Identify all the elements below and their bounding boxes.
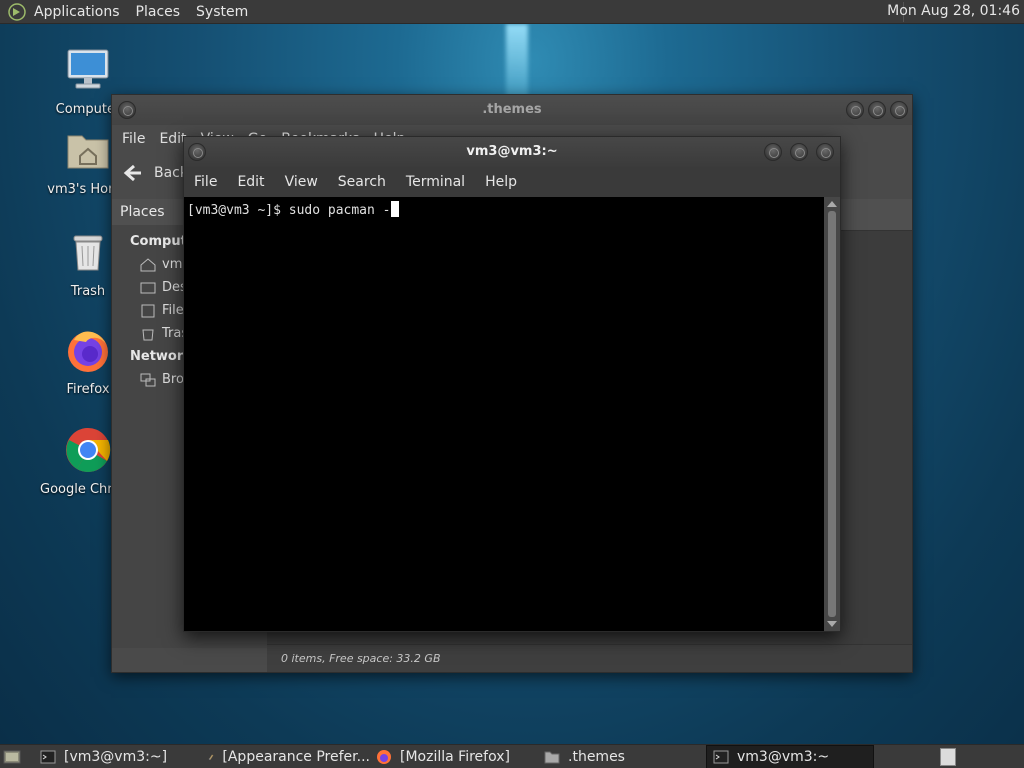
close-button[interactable] <box>890 101 908 119</box>
menu-terminal[interactable]: Terminal <box>406 174 465 190</box>
window-menu-button[interactable] <box>188 143 206 161</box>
system-menu[interactable]: System <box>196 4 248 20</box>
firefox-icon <box>68 331 108 372</box>
task-terminal-1[interactable]: [vm3@vm3:~] <box>34 745 200 768</box>
terminal-output[interactable]: [vm3@vm3 ~]$ sudo pacman - <box>184 197 826 631</box>
scroll-down-arrow-icon[interactable] <box>827 621 837 627</box>
menu-view[interactable]: View <box>285 174 318 190</box>
network-icon <box>140 373 156 386</box>
task-label: vm3@vm3:~ <box>737 749 830 765</box>
terminal-command-text: [vm3@vm3 ~]$ sudo pacman - <box>187 203 391 218</box>
terminal-window[interactable]: vm3@vm3:~ File Edit View Search Terminal… <box>183 136 841 632</box>
show-desktop-icon[interactable] <box>3 749 21 765</box>
task-label: [Appearance Prefer... <box>222 749 370 765</box>
firefox-icon <box>377 750 391 764</box>
task-label: [vm3@vm3:~] <box>64 749 168 765</box>
window-title: .themes <box>482 102 542 117</box>
scroll-up-arrow-icon[interactable] <box>827 201 837 207</box>
task-themes-folder[interactable]: .themes <box>538 745 704 768</box>
close-button[interactable] <box>816 143 834 161</box>
folder-icon <box>544 751 560 764</box>
task-terminal-active[interactable]: vm3@vm3:~ <box>706 745 874 768</box>
window-title: vm3@vm3:~ <box>466 144 558 159</box>
bottom-panel: [vm3@vm3:~] [Appearance Prefer... [Mozil… <box>0 744 1024 768</box>
task-appearance[interactable]: [Appearance Prefer... <box>202 745 370 768</box>
text-cursor <box>390 201 399 217</box>
terminal-prompt-line: [vm3@vm3 ~]$ sudo pacman - <box>187 201 823 218</box>
home-icon <box>140 257 156 271</box>
top-panel: Applications Places System Mon Aug 28, 0… <box>0 0 1024 24</box>
scrollbar-thumb[interactable] <box>828 211 836 617</box>
computer-icon <box>67 49 109 89</box>
terminal-scrollbar[interactable] <box>824 197 840 631</box>
applications-menu[interactable]: Applications <box>34 4 120 20</box>
minimize-button[interactable] <box>764 143 782 161</box>
trash-icon <box>73 235 103 271</box>
desktop-folder-icon <box>140 282 156 293</box>
task-firefox[interactable]: [Mozilla Firefox] <box>370 745 536 768</box>
workspace-switcher[interactable] <box>940 748 956 766</box>
menu-edit[interactable]: Edit <box>237 174 264 190</box>
terminal-icon <box>40 750 56 764</box>
drive-icon <box>141 304 155 317</box>
task-label: [Mozilla Firefox] <box>400 749 510 765</box>
terminal-titlebar[interactable]: vm3@vm3:~ <box>184 137 840 167</box>
maximize-button[interactable] <box>868 101 886 119</box>
terminal-icon <box>713 750 729 764</box>
appearance-icon <box>208 754 214 761</box>
trash-icon <box>142 329 154 340</box>
menu-file[interactable]: File <box>194 174 217 190</box>
home-folder-icon <box>67 135 109 169</box>
file-manager-titlebar[interactable]: .themes <box>112 95 912 125</box>
minimize-button[interactable] <box>846 101 864 119</box>
mate-logo-icon[interactable] <box>8 2 26 21</box>
status-bar: 0 items, Free space: 33.2 GB <box>267 644 912 672</box>
menu-search[interactable]: Search <box>338 174 386 190</box>
places-menu[interactable]: Places <box>136 4 181 20</box>
back-arrow-icon[interactable] <box>122 162 144 184</box>
menu-file[interactable]: File <box>122 131 145 147</box>
clock[interactable]: Mon Aug 28, 01:46 <box>887 3 1020 19</box>
window-menu-button[interactable] <box>118 101 136 119</box>
chrome-icon <box>66 428 111 472</box>
menu-help[interactable]: Help <box>485 174 517 190</box>
maximize-button[interactable] <box>790 143 808 161</box>
terminal-menubar: File Edit View Search Terminal Help <box>184 167 840 197</box>
task-label: .themes <box>568 749 625 765</box>
